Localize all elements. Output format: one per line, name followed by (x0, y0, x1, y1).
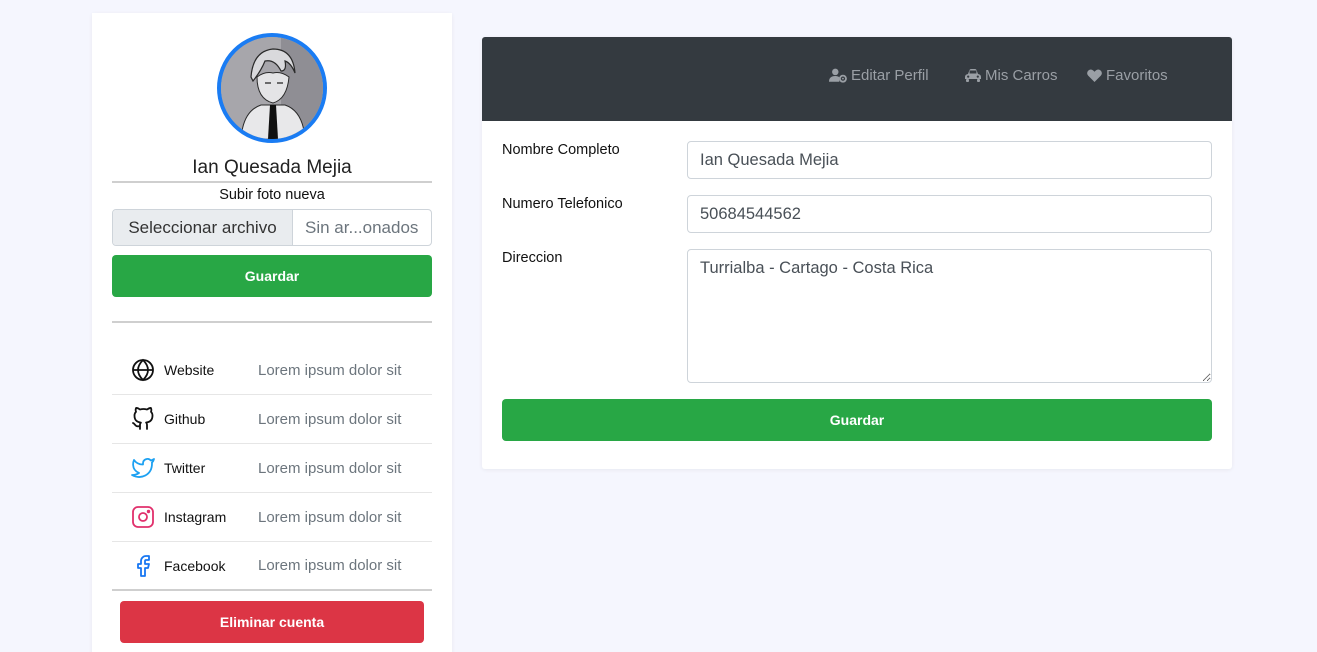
social-item-website[interactable]: Website Lorem ipsum dolor sit (112, 346, 432, 395)
social-name: Github (164, 411, 206, 427)
heart-icon (1087, 68, 1102, 82)
phone-label: Numero Telefonico (502, 196, 623, 212)
social-item-instagram[interactable]: Instagram Lorem ipsum dolor sit (112, 493, 432, 542)
nav-favorites-label: Favoritos (1106, 66, 1168, 84)
social-value: Lorem ipsum dolor sit (258, 557, 402, 574)
nav-my-cars-label: Mis Carros (985, 66, 1058, 84)
edit-profile-card: Editar Perfil Mis Carros Favoritos Nombr… (482, 37, 1232, 469)
save-profile-button[interactable]: Guardar (502, 399, 1212, 441)
avatar-illustration (221, 37, 323, 139)
full-name-input[interactable] (687, 141, 1212, 179)
social-value: Lorem ipsum dolor sit (258, 508, 402, 526)
full-name-label: Nombre Completo (502, 142, 620, 158)
social-name: Twitter (164, 460, 206, 476)
social-name: Facebook (164, 557, 226, 574)
upload-photo-label: Subir foto nueva (219, 187, 325, 203)
social-item-facebook[interactable]: Facebook Lorem ipsum dolor sit (112, 542, 432, 591)
address-label: Direccion (502, 250, 563, 266)
nav-edit-profile-label: Editar Perfil (851, 66, 929, 84)
file-status: Sin ar...onados (305, 217, 419, 237)
github-icon (131, 407, 155, 431)
social-name: Instagram (164, 509, 227, 525)
social-value: Lorem ipsum dolor sit (258, 410, 402, 428)
delete-account-button[interactable]: Eliminar cuenta (120, 601, 424, 643)
nav-favorites[interactable]: Favoritos (1087, 65, 1168, 85)
facebook-icon (131, 554, 155, 578)
user-cog-icon (829, 68, 847, 83)
phone-input[interactable] (687, 195, 1212, 233)
social-value: Lorem ipsum dolor sit (258, 459, 402, 477)
social-name: Website (164, 362, 215, 378)
address-textarea[interactable]: Turrialba - Cartago - Costa Rica (687, 249, 1212, 383)
car-icon (965, 68, 981, 82)
instagram-icon (131, 505, 155, 529)
social-value: Lorem ipsum dolor sit (258, 361, 402, 379)
avatar (217, 33, 327, 143)
save-photo-button[interactable]: Guardar (112, 255, 432, 297)
divider (112, 321, 432, 323)
profile-card: Ian Quesada Mejia Subir foto nueva Selec… (92, 13, 452, 652)
nav-my-cars[interactable]: Mis Carros (965, 65, 1058, 85)
globe-icon (131, 358, 155, 382)
choose-file-button[interactable]: Seleccionar archivo (113, 210, 293, 245)
profile-name: Ian Quesada Mejia (192, 157, 352, 178)
twitter-icon (131, 456, 155, 480)
profile-navbar: Editar Perfil Mis Carros Favoritos (482, 37, 1232, 121)
social-links-list: Website Lorem ipsum dolor sit Github Lor… (112, 346, 432, 591)
nav-edit-profile[interactable]: Editar Perfil (829, 65, 929, 85)
social-item-github[interactable]: Github Lorem ipsum dolor sit (112, 395, 432, 444)
photo-file-input[interactable]: Seleccionar archivo Sin ar...onados (112, 209, 432, 246)
social-item-twitter[interactable]: Twitter Lorem ipsum dolor sit (112, 444, 432, 493)
divider (112, 181, 432, 183)
